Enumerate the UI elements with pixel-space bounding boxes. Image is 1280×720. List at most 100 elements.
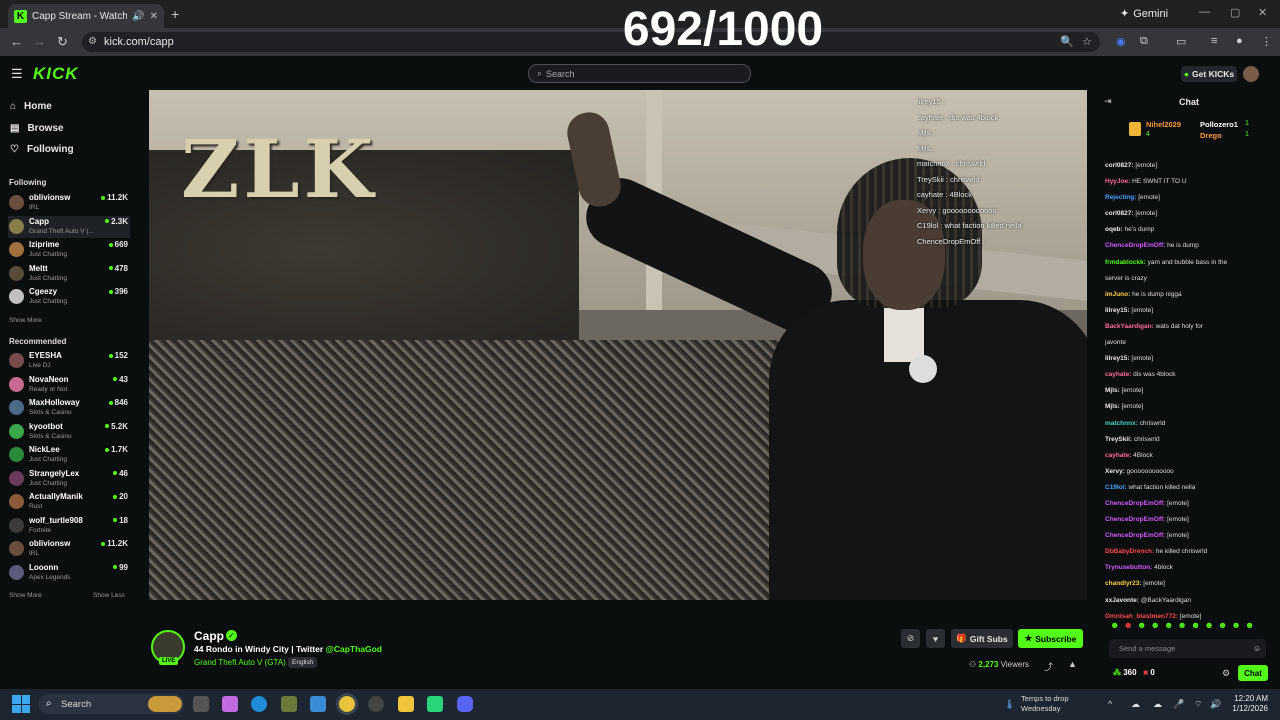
profile-avatar-icon[interactable]: ● bbox=[1236, 35, 1243, 47]
chat-username[interactable]: ChenceDropEmOff: bbox=[1105, 500, 1165, 507]
show-more-recommended[interactable]: Show More bbox=[9, 592, 42, 599]
chat-username[interactable]: xxJavonte: bbox=[1105, 597, 1139, 604]
chat-username[interactable]: DbBabyDrench: bbox=[1105, 548, 1154, 555]
copilot-icon[interactable] bbox=[222, 696, 238, 712]
emoji-picker-icon[interactable]: ☺ bbox=[1253, 644, 1261, 653]
chat-message[interactable]: C19lol: what faction killed nella bbox=[1105, 480, 1275, 496]
chat-username[interactable]: Mjls: bbox=[1105, 403, 1120, 410]
chat-message[interactable]: HyyJoe: HE SWNT IT TO U bbox=[1105, 174, 1275, 190]
emote-icon[interactable]: ☻ bbox=[1245, 620, 1254, 630]
search-input[interactable]: ⌕ Search bbox=[528, 64, 751, 83]
chat-message[interactable]: Mjls: [emote] bbox=[1105, 399, 1275, 415]
chat-message[interactable]: cayhate: 4Block bbox=[1105, 448, 1275, 464]
zoom-icon[interactable]: 🔍 bbox=[1060, 35, 1074, 48]
sidebar-channel-following[interactable]: Meltt Just Chatting 478 bbox=[8, 263, 130, 285]
report-icon[interactable]: ▲ bbox=[1068, 659, 1077, 669]
chat-username[interactable]: Mjls: bbox=[1105, 387, 1120, 394]
emote-icon[interactable]: ☻ bbox=[1231, 620, 1240, 630]
app-icon[interactable] bbox=[427, 696, 443, 712]
chat-username[interactable]: ChenceDropEmOff: bbox=[1105, 516, 1165, 523]
media-control-icon[interactable]: ≡ bbox=[1211, 35, 1217, 47]
edge-icon[interactable] bbox=[251, 696, 267, 712]
chat-message[interactable]: TreySkii: chriswrld bbox=[1105, 432, 1275, 448]
mute-notifications-button[interactable]: ⊘ bbox=[901, 629, 920, 648]
chat-message[interactable]: ChenceDropEmOff: [emote] bbox=[1105, 496, 1275, 512]
maximize-icon[interactable]: ▢ bbox=[1230, 6, 1240, 19]
chat-username[interactable]: lilrey15: bbox=[1105, 307, 1130, 314]
chat-username[interactable]: ChenceDropEmOff: bbox=[1105, 242, 1165, 249]
nav-home[interactable]: ⌂ Home bbox=[10, 101, 52, 112]
chat-username[interactable]: HyyJoe: bbox=[1105, 178, 1130, 185]
emote-icon[interactable]: ☻ bbox=[1191, 620, 1200, 630]
close-window-icon[interactable]: ✕ bbox=[1258, 6, 1267, 19]
sidebar-channel-following[interactable]: Capp Grand Theft Auto V (... 2.3K bbox=[8, 215, 130, 238]
gifter-name[interactable]: Pollozero1 bbox=[1200, 120, 1238, 129]
app-icon[interactable] bbox=[368, 696, 384, 712]
sidebar-channel-recommended[interactable]: MaxHolloway Slots & Casino 846 bbox=[8, 397, 130, 419]
discord-icon[interactable] bbox=[457, 696, 473, 712]
menu-dots-icon[interactable]: ⋮ bbox=[1261, 35, 1272, 48]
chat-message[interactable]: frmdablockk: yam and bubble bass in the bbox=[1105, 255, 1275, 271]
chat-message[interactable]: ChenceDropEmOff: [emote] bbox=[1105, 512, 1275, 528]
chat-message[interactable]: Xervy: goooooooooooo bbox=[1105, 464, 1275, 480]
chat-message[interactable]: Trynusebutton: 4block bbox=[1105, 560, 1275, 576]
windows-start-icon[interactable] bbox=[12, 695, 30, 713]
tray-cloud-icon[interactable]: ☁ bbox=[1153, 699, 1162, 710]
stream-category[interactable]: Grand Theft Auto V (GTA) bbox=[194, 658, 286, 667]
close-tab-icon[interactable]: ✕ bbox=[150, 11, 158, 22]
chat-username[interactable]: matchnnx: bbox=[1105, 420, 1138, 427]
extensions-puzzle-icon[interactable]: ⧉ bbox=[1140, 35, 1148, 48]
subscribe-button[interactable]: ★ Subscribe bbox=[1018, 629, 1083, 648]
chat-message[interactable]: oqeb: he's dump bbox=[1105, 222, 1275, 238]
chat-username[interactable]: ChenceDropEmOff: bbox=[1105, 532, 1165, 539]
chat-username[interactable]: frmdablockk: bbox=[1105, 259, 1146, 266]
language-tag[interactable]: English bbox=[288, 657, 318, 668]
user-avatar[interactable] bbox=[1243, 66, 1259, 82]
streamer-name[interactable]: Capp bbox=[194, 629, 224, 643]
tray-expand-icon[interactable]: ^ bbox=[1108, 699, 1112, 709]
get-kicks-button[interactable]: ● Get KICKs bbox=[1181, 66, 1237, 82]
emote-icon[interactable]: ☻ bbox=[1204, 620, 1213, 630]
forward-icon[interactable]: → bbox=[33, 34, 46, 49]
chat-username[interactable]: lilrey15: bbox=[1105, 355, 1130, 362]
chat-message[interactable]: chandlyr23: [emote] bbox=[1105, 576, 1275, 592]
weather-widget[interactable]: Temps to drop Wednesday bbox=[1021, 694, 1069, 714]
store-icon[interactable] bbox=[310, 696, 326, 712]
chat-message[interactable]: DbBabyDrench: he killed chriswrld bbox=[1105, 544, 1275, 560]
cast-icon[interactable]: ▭ bbox=[1176, 35, 1186, 48]
speaker-icon[interactable]: 🔊 bbox=[132, 11, 144, 22]
emote-icon[interactable]: ☻ bbox=[1137, 620, 1146, 630]
sidebar-channel-recommended[interactable]: oblivionsw IRL 11.2K bbox=[8, 538, 130, 560]
video-player[interactable]: ZLK lilrey15 : cayhate : dis was 4block M… bbox=[149, 90, 1087, 600]
app-icon[interactable] bbox=[281, 696, 297, 712]
nav-following[interactable]: ♡ Following bbox=[10, 144, 74, 155]
sidebar-channel-recommended[interactable]: EYESHA Live DJ 152 bbox=[8, 350, 130, 372]
extension-icon[interactable]: ◉ bbox=[1116, 35, 1126, 48]
emote-icon[interactable]: ☻ bbox=[1218, 620, 1227, 630]
chat-username[interactable]: C19lol: bbox=[1105, 484, 1127, 491]
chat-username[interactable]: corl0827: bbox=[1105, 162, 1134, 169]
search-highlight-icon[interactable] bbox=[148, 696, 182, 712]
sidebar-channel-following[interactable]: Iziprime Just Chatting 669 bbox=[8, 239, 130, 261]
chat-message[interactable]: Rejecting: [emote] bbox=[1105, 190, 1275, 206]
chat-message[interactable]: corl0827: [emote] bbox=[1105, 206, 1275, 222]
show-more-following[interactable]: Show More bbox=[9, 317, 42, 324]
channel-points[interactable]: ⁂ 360 ■ 0 bbox=[1113, 668, 1155, 677]
sidebar-channel-recommended[interactable]: StrangelyLex Just Chatting 46 bbox=[8, 468, 130, 490]
chat-username[interactable]: imJuno: bbox=[1105, 291, 1130, 298]
task-view-icon[interactable] bbox=[193, 696, 209, 712]
gift-subs-button[interactable]: 🎁 Gift Subs bbox=[951, 629, 1013, 648]
follow-heart-button[interactable]: ♥ bbox=[926, 629, 945, 648]
new-tab-button[interactable]: + bbox=[171, 6, 179, 22]
chrome-icon[interactable] bbox=[339, 696, 355, 712]
sidebar-channel-recommended[interactable]: wolf_turtle908 Fortnite 18 bbox=[8, 515, 130, 537]
hamburger-menu-icon[interactable]: ☰ bbox=[11, 66, 23, 82]
chat-message[interactable]: imJuno: he is dump nigga bbox=[1105, 287, 1275, 303]
chat-username[interactable]: cayhate: bbox=[1105, 452, 1131, 459]
show-less-recommended[interactable]: Show Less bbox=[93, 592, 125, 599]
chat-message[interactable]: cayhate: dis was 4block bbox=[1105, 367, 1275, 383]
gemini-button[interactable]: ✦ Gemini bbox=[1120, 7, 1168, 21]
chat-username[interactable]: Rejecting: bbox=[1105, 194, 1136, 201]
gifter-name[interactable]: Drego bbox=[1200, 131, 1222, 140]
sidebar-channel-following[interactable]: oblivionsw IRL 11.2K bbox=[8, 192, 130, 214]
